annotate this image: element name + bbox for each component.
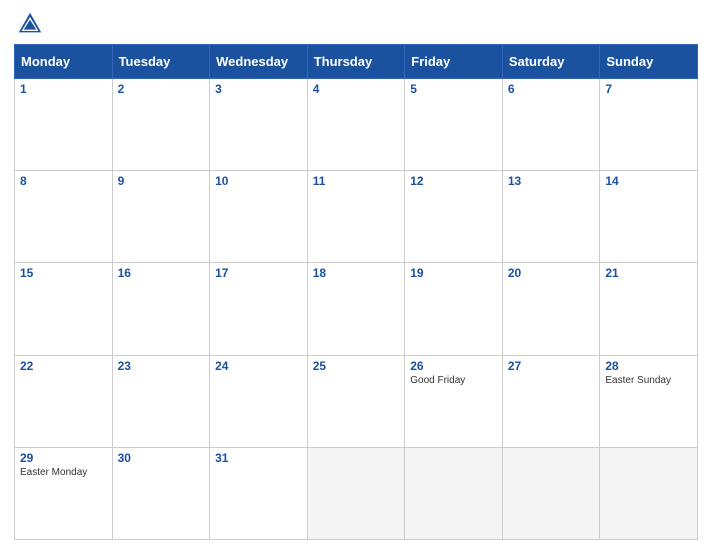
day-number: 20 — [508, 266, 595, 280]
day-number: 1 — [20, 82, 107, 96]
day-cell — [502, 447, 600, 539]
day-cell: 22 — [15, 355, 113, 447]
day-number: 27 — [508, 359, 595, 373]
day-cell: 23 — [112, 355, 210, 447]
day-number: 17 — [215, 266, 302, 280]
day-number: 31 — [215, 451, 302, 465]
day-number: 18 — [313, 266, 400, 280]
day-cell: 31 — [210, 447, 308, 539]
day-cell: 5 — [405, 79, 503, 171]
day-number: 28 — [605, 359, 692, 373]
weekday-tuesday: Tuesday — [112, 45, 210, 79]
day-cell — [405, 447, 503, 539]
day-cell: 25 — [307, 355, 405, 447]
day-number: 26 — [410, 359, 497, 373]
day-number: 14 — [605, 174, 692, 188]
holiday-label: Good Friday — [410, 375, 497, 386]
day-number: 9 — [118, 174, 205, 188]
day-cell: 8 — [15, 171, 113, 263]
day-number: 30 — [118, 451, 205, 465]
weekday-header-row: MondayTuesdayWednesdayThursdayFridaySatu… — [15, 45, 698, 79]
day-cell: 20 — [502, 263, 600, 355]
day-number: 10 — [215, 174, 302, 188]
day-cell: 6 — [502, 79, 600, 171]
day-cell: 24 — [210, 355, 308, 447]
day-cell: 16 — [112, 263, 210, 355]
day-number: 22 — [20, 359, 107, 373]
day-cell: 28 Easter Sunday — [600, 355, 698, 447]
day-cell — [307, 447, 405, 539]
day-cell: 12 — [405, 171, 503, 263]
weekday-thursday: Thursday — [307, 45, 405, 79]
weekday-wednesday: Wednesday — [210, 45, 308, 79]
day-number: 3 — [215, 82, 302, 96]
day-number: 13 — [508, 174, 595, 188]
week-row-3: 15 16 17 18 19 20 21 — [15, 263, 698, 355]
day-number: 2 — [118, 82, 205, 96]
day-cell: 18 — [307, 263, 405, 355]
day-number: 7 — [605, 82, 692, 96]
day-number: 23 — [118, 359, 205, 373]
week-row-1: 1234567 — [15, 79, 698, 171]
day-number: 11 — [313, 174, 400, 188]
day-cell: 1 — [15, 79, 113, 171]
logo-icon — [16, 10, 44, 38]
day-cell: 4 — [307, 79, 405, 171]
day-cell: 14 — [600, 171, 698, 263]
day-cell: 9 — [112, 171, 210, 263]
day-cell: 26 Good Friday — [405, 355, 503, 447]
day-cell: 17 — [210, 263, 308, 355]
day-cell: 30 — [112, 447, 210, 539]
calendar-page: MondayTuesdayWednesdayThursdayFridaySatu… — [0, 0, 712, 550]
holiday-label: Easter Monday — [20, 467, 107, 478]
header — [14, 10, 698, 38]
day-number: 25 — [313, 359, 400, 373]
weekday-friday: Friday — [405, 45, 503, 79]
day-cell: 15 — [15, 263, 113, 355]
day-number: 5 — [410, 82, 497, 96]
weekday-saturday: Saturday — [502, 45, 600, 79]
weekday-monday: Monday — [15, 45, 113, 79]
logo — [16, 10, 48, 38]
day-number: 8 — [20, 174, 107, 188]
day-cell: 7 — [600, 79, 698, 171]
day-number: 21 — [605, 266, 692, 280]
day-cell: 13 — [502, 171, 600, 263]
day-number: 12 — [410, 174, 497, 188]
day-cell: 3 — [210, 79, 308, 171]
day-cell: 10 — [210, 171, 308, 263]
day-cell: 11 — [307, 171, 405, 263]
holiday-label: Easter Sunday — [605, 375, 692, 386]
day-number: 29 — [20, 451, 107, 465]
week-row-2: 89 10 11 12 13 14 — [15, 171, 698, 263]
day-number: 16 — [118, 266, 205, 280]
day-cell — [600, 447, 698, 539]
day-number: 4 — [313, 82, 400, 96]
week-row-5: 29 Easter Monday 30 31 — [15, 447, 698, 539]
week-row-4: 22 23 24 25 26 Good Friday 27 28 Easter Sunday — [15, 355, 698, 447]
weekday-sunday: Sunday — [600, 45, 698, 79]
day-number: 15 — [20, 266, 107, 280]
day-number: 19 — [410, 266, 497, 280]
day-cell: 27 — [502, 355, 600, 447]
day-cell: 29 Easter Monday — [15, 447, 113, 539]
day-cell: 21 — [600, 263, 698, 355]
calendar-table: MondayTuesdayWednesdayThursdayFridaySatu… — [14, 44, 698, 540]
day-number: 6 — [508, 82, 595, 96]
day-number: 24 — [215, 359, 302, 373]
day-cell: 19 — [405, 263, 503, 355]
day-cell: 2 — [112, 79, 210, 171]
